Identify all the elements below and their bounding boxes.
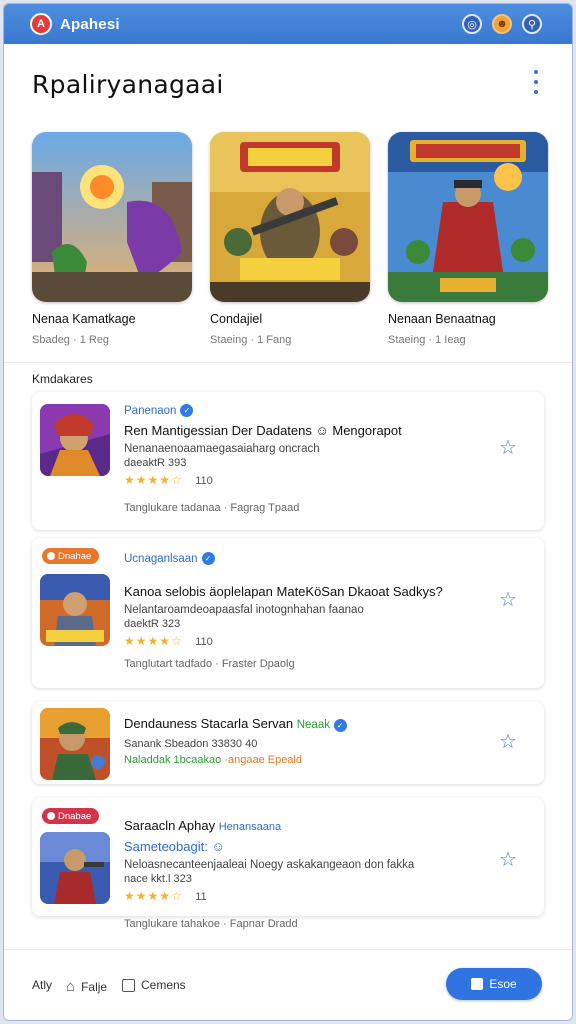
featured-name: Nenaan Benaatnag (388, 312, 496, 326)
card-tags-line: Naladdak 1bcaakao ·angaae Epeald (124, 754, 484, 766)
card-stat: daeaktR 393 (124, 457, 187, 469)
status-badge: Dnahae (42, 548, 100, 564)
title-bar: A Apahesi ◎ ☻ ⚲ (4, 4, 572, 44)
card-text: Panenaon ✓ Ren Mantigessian Der Dadatens… (124, 404, 474, 489)
save-button-label: Esoe (489, 977, 517, 991)
card-tags-tail: ·angaae Epeald (224, 754, 302, 766)
page-title: Rpaliryanagaai (32, 70, 224, 99)
rating-count: 11 (195, 891, 207, 903)
avatar-icon[interactable]: ☻ (492, 14, 512, 34)
app-name: Apahesi (60, 15, 120, 33)
favorite-star-icon[interactable]: ☆ (498, 438, 518, 458)
card-text: Saraacln Aphay Henansaana Sameteobagit: … (124, 818, 474, 905)
rating-stars: ★★★★☆ (124, 634, 183, 648)
card-tags: Naladdak 1bcaakao (124, 754, 222, 766)
bottom-item-atly[interactable]: Atly (32, 978, 52, 992)
publisher-name: Saraacln Aphay (124, 818, 216, 833)
card-title: Sameteobagit: ☺ (124, 839, 225, 854)
more-options-icon[interactable] (528, 70, 544, 94)
card-description: Nelantaroamdeoapaasfal inotognhahan faan… (124, 604, 364, 616)
featured-card[interactable]: Condajiel Staeing · 1 Fang (210, 132, 372, 346)
publisher[interactable]: Ucnaganlsaan ✓ (124, 552, 474, 565)
verified-icon: ✓ (201, 552, 215, 565)
card-title-row: Saraacln Aphay Henansaana (124, 818, 474, 833)
bottom-item-label: Atly (32, 978, 53, 992)
bell-icon: ⌂ (66, 978, 76, 995)
rating-count: 110 (195, 636, 213, 648)
card-stat: Sanank Sbeadon 33830 40 (124, 738, 258, 750)
rating: ★★★★☆ 110 (124, 632, 474, 650)
game-art-image[interactable] (32, 132, 192, 302)
card-description: Neloasnecanteenjaaleai Noegy askakangeao… (124, 859, 415, 871)
status-badge: Dnabae (42, 808, 100, 824)
info-icon[interactable]: ⚲ (522, 14, 542, 34)
section-divider (4, 362, 572, 363)
card-title: Ren Mantigessian Der Dadatens ☺ Mengorap… (124, 423, 402, 438)
card-tag: Neaak (296, 719, 330, 731)
save-button[interactable]: Esoe (446, 968, 542, 1000)
rating: ★★★★☆ 110 (124, 471, 474, 489)
card-footer: Tanglukare tahakoe · Fapnar Dradd (124, 918, 298, 930)
publisher-name: Ucnaganlsaan (124, 552, 198, 565)
card-text: Dendauness Stacarla Servan Neaak ✓ Sanan… (124, 716, 484, 766)
featured-row: Nenaa Kamatkage Sbadeg · 1 Reg Condajiel… (32, 132, 552, 352)
featured-meta: Staeing · 1 Fang (210, 334, 292, 346)
camera-icon[interactable]: ◎ (462, 14, 482, 34)
bottom-item-label: Falje (81, 979, 108, 994)
verified-icon: ✓ (333, 719, 347, 732)
featured-meta: Sbadeg · 1 Reg (32, 334, 110, 346)
card-text: Ucnaganlsaan ✓ (124, 552, 474, 565)
game-art-image[interactable] (388, 132, 548, 302)
card-title-row: Dendauness Stacarla Servan Neaak ✓ (124, 716, 484, 732)
bottom-item-cemens[interactable]: Cemens (122, 978, 186, 992)
game-thumbnail[interactable] (40, 404, 110, 476)
rating-count: 110 (195, 475, 213, 487)
list-item[interactable]: Dendauness Stacarla Servan Neaak ✓ Sanan… (32, 702, 544, 784)
titlebar-icons: ◎ ☻ ⚲ (462, 14, 542, 34)
app-window: A Apahesi ◎ ☻ ⚲ Rpaliryanagaai Nenaa Kam… (3, 3, 573, 1021)
bottom-item-falje[interactable]: ⌂ Falje (66, 978, 107, 995)
card-footer: Tanglukare tadanaa · Fagrag Tpaad (124, 502, 300, 514)
featured-card[interactable]: Nenaan Benaatnag Staeing · 1 Ieag (388, 132, 550, 346)
rating-stars: ★★★★☆ (124, 889, 183, 903)
game-thumbnail[interactable] (40, 708, 110, 780)
rating: ★★★★☆ 11 (124, 887, 474, 905)
publisher[interactable]: Panenaon ✓ (124, 404, 474, 417)
card-description: Nenanaenoaamaegasaiaharg oncrach (124, 443, 320, 455)
featured-card[interactable]: Nenaa Kamatkage Sbadeg · 1 Reg (32, 132, 194, 346)
card-title: Kanoa selobis äoplelapan MateKöSan Dkaoa… (124, 584, 443, 599)
publisher-name: Panenaon (124, 404, 177, 417)
game-thumbnail[interactable] (40, 832, 110, 904)
app-logo-icon: A (30, 13, 52, 35)
list-item[interactable]: Panenaon ✓ Ren Mantigessian Der Dadatens… (32, 392, 544, 530)
bottom-bar: Atly ⌂ Falje Cemens Esoe (4, 949, 572, 1020)
bookmark-icon (471, 978, 484, 990)
rating-stars: ★★★★☆ (124, 473, 183, 487)
verified-icon: ✓ (180, 404, 194, 417)
card-title: Dendauness Stacarla Servan (124, 716, 294, 731)
section-label: Kmdakares (32, 372, 93, 386)
game-thumbnail[interactable] (40, 574, 110, 646)
list-item[interactable]: Dnabae Saraacln Aphay Henansaana Sameteo… (32, 798, 544, 916)
game-art-image[interactable] (210, 132, 370, 302)
featured-name: Nenaa Kamatkage (32, 312, 136, 326)
featured-name: Condajiel (210, 312, 263, 326)
publisher-tag: Henansaana (218, 821, 282, 833)
card-stat: nace kkt.l 323 (124, 873, 192, 885)
favorite-star-icon[interactable]: ☆ (498, 590, 518, 610)
favorite-star-icon[interactable]: ☆ (498, 732, 518, 752)
card-text: Kanoa selobis äoplelapan MateKöSan Dkaoa… (124, 578, 474, 650)
list-item[interactable]: Dnahae Ucnaganlsaan ✓ Kanoa selobis äopl… (32, 538, 544, 688)
main-content: Rpaliryanagaai Nenaa Kamatkage Sbadeg · … (4, 44, 572, 949)
bottom-item-label: Cemens (141, 978, 186, 992)
featured-meta: Staeing · 1 Ieag (388, 334, 466, 346)
favorite-star-icon[interactable]: ☆ (498, 850, 518, 870)
card-stat: daektR 323 (124, 618, 181, 630)
document-icon (122, 978, 135, 992)
card-footer: Tanglutart tadfado · Fraster Dpaolg (124, 658, 295, 670)
